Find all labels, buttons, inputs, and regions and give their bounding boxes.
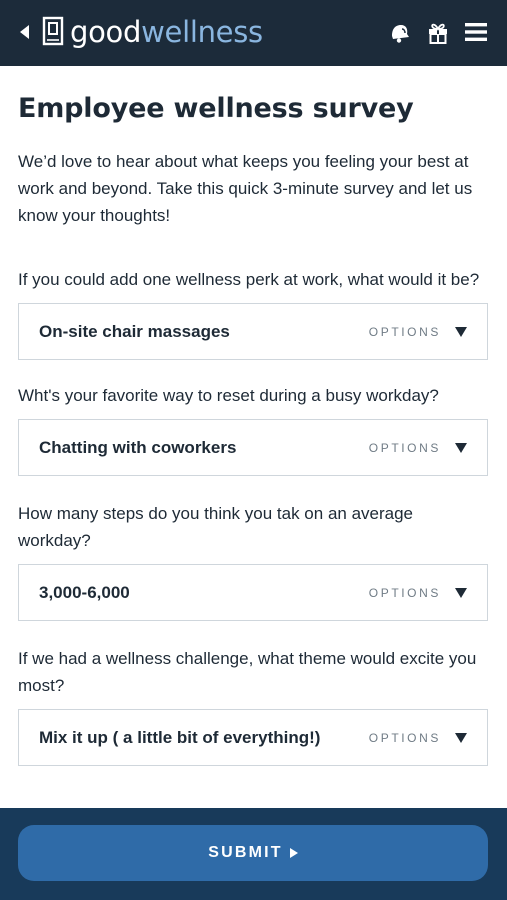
play-arrow-icon (289, 848, 298, 858)
bell-icon[interactable] (387, 19, 413, 45)
header-actions (387, 19, 489, 45)
submit-label: SUBMIT (208, 844, 283, 861)
question-1-options-toggle[interactable]: OPTIONS (369, 325, 467, 339)
submit-footer: SUBMIT (0, 808, 507, 900)
options-label: OPTIONS (368, 440, 441, 455)
logo-text-wellness: wellness (141, 15, 263, 49)
logo-text-good: good (70, 15, 142, 49)
options-label: OPTIONS (368, 324, 441, 339)
question-2-text: Wht's your favorite way to reset during … (18, 386, 439, 405)
caret-down-icon (455, 442, 467, 453)
submit-button[interactable]: SUBMIT (18, 825, 488, 881)
question-4-options-toggle[interactable]: OPTIONS (369, 731, 467, 745)
question-4-select[interactable]: Mix it up ( a little bit of everything!)… (18, 709, 488, 766)
question-2-select[interactable]: Chatting with coworkers OPTIONS (18, 419, 488, 476)
options-label: OPTIONS (368, 730, 441, 745)
question-3-select[interactable]: 3,000-6,000 OPTIONS (18, 564, 488, 621)
question-2-options-toggle[interactable]: OPTIONS (369, 441, 467, 455)
menu-icon[interactable] (463, 19, 489, 45)
caret-down-icon (455, 326, 467, 337)
back-arrow-icon[interactable] (20, 25, 29, 39)
logo-text: goodwellness (70, 15, 263, 49)
goodwellness-logo[interactable]: goodwellness (42, 15, 263, 49)
question-4-selected-value: Mix it up ( a little bit of everything!) (39, 727, 321, 747)
question-3-options-toggle[interactable]: OPTIONS (369, 586, 467, 600)
survey-content: Employee wellness survey We’d love to he… (18, 66, 490, 766)
gift-icon[interactable] (425, 19, 451, 45)
survey-intro: We’d love to hear about what keeps you f… (18, 152, 473, 225)
question-4-text: If we had a wellness challenge, what the… (18, 649, 477, 695)
top-bar: goodwellness (0, 0, 507, 66)
question-1-selected-value: On-site chair massages (39, 321, 230, 341)
caret-down-icon (455, 732, 467, 743)
question-1-select[interactable]: On-site chair massages OPTIONS (18, 303, 488, 360)
question-3-text: How many steps do you think you tak on a… (18, 504, 414, 550)
question-3-selected-value: 3,000-6,000 (39, 582, 130, 602)
question-2-selected-value: Chatting with coworkers (39, 437, 237, 457)
question-1-text: If you could add one wellness perk at wo… (18, 270, 480, 289)
page-title: Employee wellness survey (18, 93, 414, 124)
caret-down-icon (455, 587, 467, 598)
options-label: OPTIONS (368, 585, 441, 600)
logo-mark-icon (42, 16, 64, 46)
